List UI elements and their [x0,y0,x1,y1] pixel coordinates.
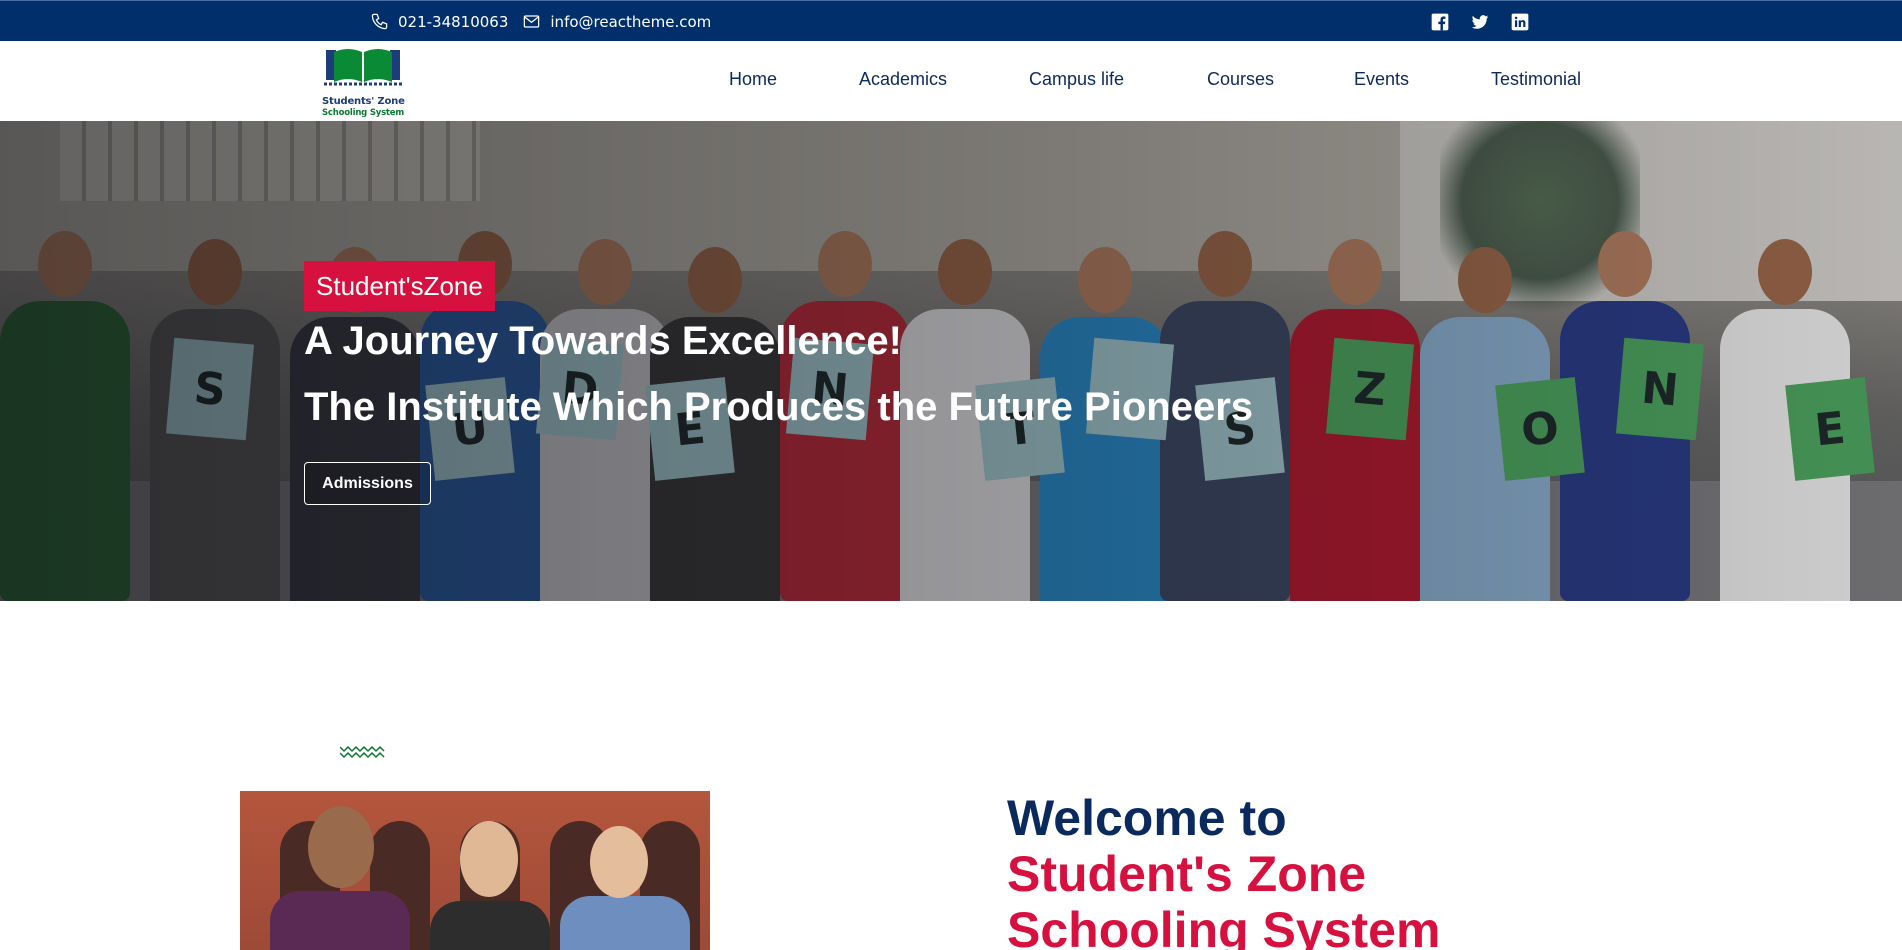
nav-courses[interactable]: Courses [1207,69,1274,90]
hero-badge: Student'sZone [304,261,495,311]
student-face [308,806,374,888]
nav-events[interactable]: Events [1354,69,1409,90]
mail-icon [524,15,540,28]
nav-campus-life[interactable]: Campus life [1029,69,1124,90]
email-contact[interactable]: info@reactheme.com [522,12,711,31]
top-bar: 021-34810063 info@reactheme.com [0,0,1902,41]
contact-info: 021-34810063 info@reactheme.com [370,1,711,42]
phone-icon [371,13,388,30]
nav-testimonial[interactable]: Testimonial [1491,69,1581,90]
student-face [460,821,518,897]
welcome-line-2: Student's Zone [1007,846,1367,902]
student-body [560,896,690,950]
welcome-students-image [240,791,710,950]
hero-subtitle: The Institute Which Produces the Future … [304,385,1254,429]
hero-title: A Journey Towards Excellence! [304,319,902,363]
twitter-icon[interactable] [1470,12,1490,32]
admissions-button[interactable]: Admissions [304,462,431,505]
welcome-heading: Welcome to Student's Zone Schooling Syst… [1007,790,1440,950]
hero-banner: SUDENTSZONE Student'sZone A Journey Towa… [0,121,1902,601]
facebook-icon[interactable] [1430,12,1450,32]
welcome-line-3: Schooling System [1007,902,1441,950]
email-address: info@reactheme.com [550,12,712,31]
nav-menu: Home Academics Campus life Courses Event… [0,41,1902,121]
social-links [1430,1,1530,42]
phone-contact[interactable]: 021-34810063 [370,12,508,31]
phone-number: 021-34810063 [398,12,509,31]
nav-academics[interactable]: Academics [859,69,947,90]
main-navbar: Students' Zone Schooling System Home Aca… [0,41,1902,121]
student-face [590,826,648,898]
zigzag-divider-icon [340,745,385,759]
hero-overlay [0,121,1902,601]
student-body [270,891,410,950]
nav-home[interactable]: Home [729,69,777,90]
student-body [430,901,550,950]
welcome-line-1: Welcome to [1007,790,1287,846]
linkedin-icon[interactable] [1510,12,1530,32]
